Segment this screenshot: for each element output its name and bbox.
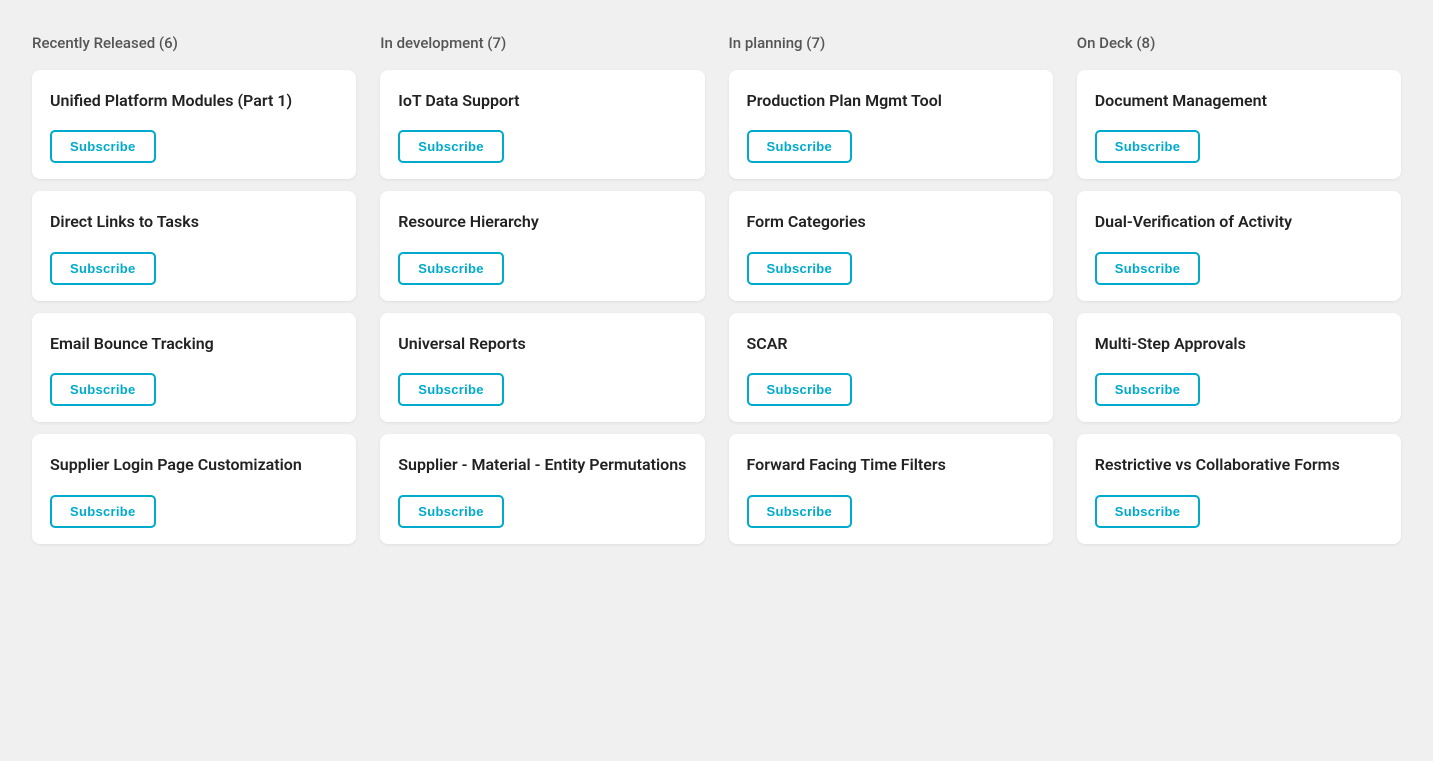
subscribe-button-resource-hierarchy[interactable]: Subscribe — [398, 252, 504, 285]
card-supplier-material: Supplier - Material - Entity Permutation… — [380, 434, 704, 543]
subscribe-button-unified-platform[interactable]: Subscribe — [50, 130, 156, 163]
card-title-universal-reports: Universal Reports — [398, 333, 686, 355]
column-on-deck: On Deck (8)Document ManagementSubscribeD… — [1065, 20, 1413, 566]
card-title-email-bounce: Email Bounce Tracking — [50, 333, 338, 355]
card-title-restrictive-vs: Restrictive vs Collaborative Forms — [1095, 454, 1383, 476]
subscribe-button-dual-verification[interactable]: Subscribe — [1095, 252, 1201, 285]
subscribe-button-production-plan[interactable]: Subscribe — [747, 130, 853, 163]
card-email-bounce: Email Bounce Tracking Subscribe — [32, 313, 356, 422]
subscribe-button-document-management[interactable]: Subscribe — [1095, 130, 1201, 163]
subscribe-button-direct-links[interactable]: Subscribe — [50, 252, 156, 285]
card-universal-reports: Universal Reports Subscribe — [380, 313, 704, 422]
card-forward-facing: Forward Facing Time Filters Subscribe — [729, 434, 1053, 543]
card-scar: SCAR Subscribe — [729, 313, 1053, 422]
subscribe-button-supplier-material[interactable]: Subscribe — [398, 495, 504, 528]
column-in-development: In development (7) IoT Data Support Subscr… — [368, 20, 716, 566]
card-title-form-categories: Form Categories — [747, 211, 1035, 233]
subscribe-button-multi-step[interactable]: Subscribe — [1095, 373, 1201, 406]
subscribe-button-form-categories[interactable]: Subscribe — [747, 252, 853, 285]
card-direct-links: Direct Links to Tasks Subscribe — [32, 191, 356, 300]
subscribe-button-universal-reports[interactable]: Subscribe — [398, 373, 504, 406]
card-production-plan: Production Plan Mgmt Tool Subscribe — [729, 70, 1053, 179]
card-document-management: Document Management Subscribe — [1077, 70, 1401, 179]
card-dual-verification: Dual-Verification of Activity Subscribe — [1077, 191, 1401, 300]
subscribe-button-supplier-login[interactable]: Subscribe — [50, 495, 156, 528]
card-title-production-plan: Production Plan Mgmt Tool — [747, 90, 1035, 112]
card-title-iot-data: IoT Data Support — [398, 90, 686, 112]
card-title-scar: SCAR — [747, 333, 1035, 355]
card-title-resource-hierarchy: Resource Hierarchy — [398, 211, 686, 233]
column-in-planning: In planning (7) Production Plan Mgmt Tool… — [717, 20, 1065, 566]
subscribe-button-forward-facing[interactable]: Subscribe — [747, 495, 853, 528]
card-title-supplier-login: Supplier Login Page Customization — [50, 454, 338, 476]
card-title-multi-step: Multi-Step Approvals — [1095, 333, 1383, 355]
kanban-board: Recently Released (6) Unified Platform Mo… — [20, 20, 1413, 566]
card-supplier-login: Supplier Login Page Customization Subscri… — [32, 434, 356, 543]
subscribe-button-iot-data[interactable]: Subscribe — [398, 130, 504, 163]
card-title-unified-platform: Unified Platform Modules (Part 1) — [50, 90, 338, 112]
column-header-in-planning: In planning (7) — [729, 30, 1053, 56]
card-iot-data: IoT Data Support Subscribe — [380, 70, 704, 179]
card-resource-hierarchy: Resource Hierarchy Subscribe — [380, 191, 704, 300]
card-title-dual-verification: Dual-Verification of Activity — [1095, 211, 1383, 233]
card-form-categories: Form Categories Subscribe — [729, 191, 1053, 300]
card-title-supplier-material: Supplier - Material - Entity Permutation… — [398, 454, 686, 476]
column-header-in-development: In development (7) — [380, 30, 704, 56]
card-multi-step: Multi-Step Approvals Subscribe — [1077, 313, 1401, 422]
column-header-recently-released: Recently Released (6) — [32, 30, 356, 56]
card-restrictive-vs: Restrictive vs Collaborative Forms Subscr… — [1077, 434, 1401, 543]
card-title-direct-links: Direct Links to Tasks — [50, 211, 338, 233]
subscribe-button-scar[interactable]: Subscribe — [747, 373, 853, 406]
column-header-on-deck: On Deck (8) — [1077, 30, 1401, 56]
card-unified-platform: Unified Platform Modules (Part 1) Subscri… — [32, 70, 356, 179]
card-title-forward-facing: Forward Facing Time Filters — [747, 454, 1035, 476]
card-title-document-management: Document Management — [1095, 90, 1383, 112]
subscribe-button-restrictive-vs[interactable]: Subscribe — [1095, 495, 1201, 528]
column-recently-released: Recently Released (6) Unified Platform Mo… — [20, 20, 368, 566]
subscribe-button-email-bounce[interactable]: Subscribe — [50, 373, 156, 406]
